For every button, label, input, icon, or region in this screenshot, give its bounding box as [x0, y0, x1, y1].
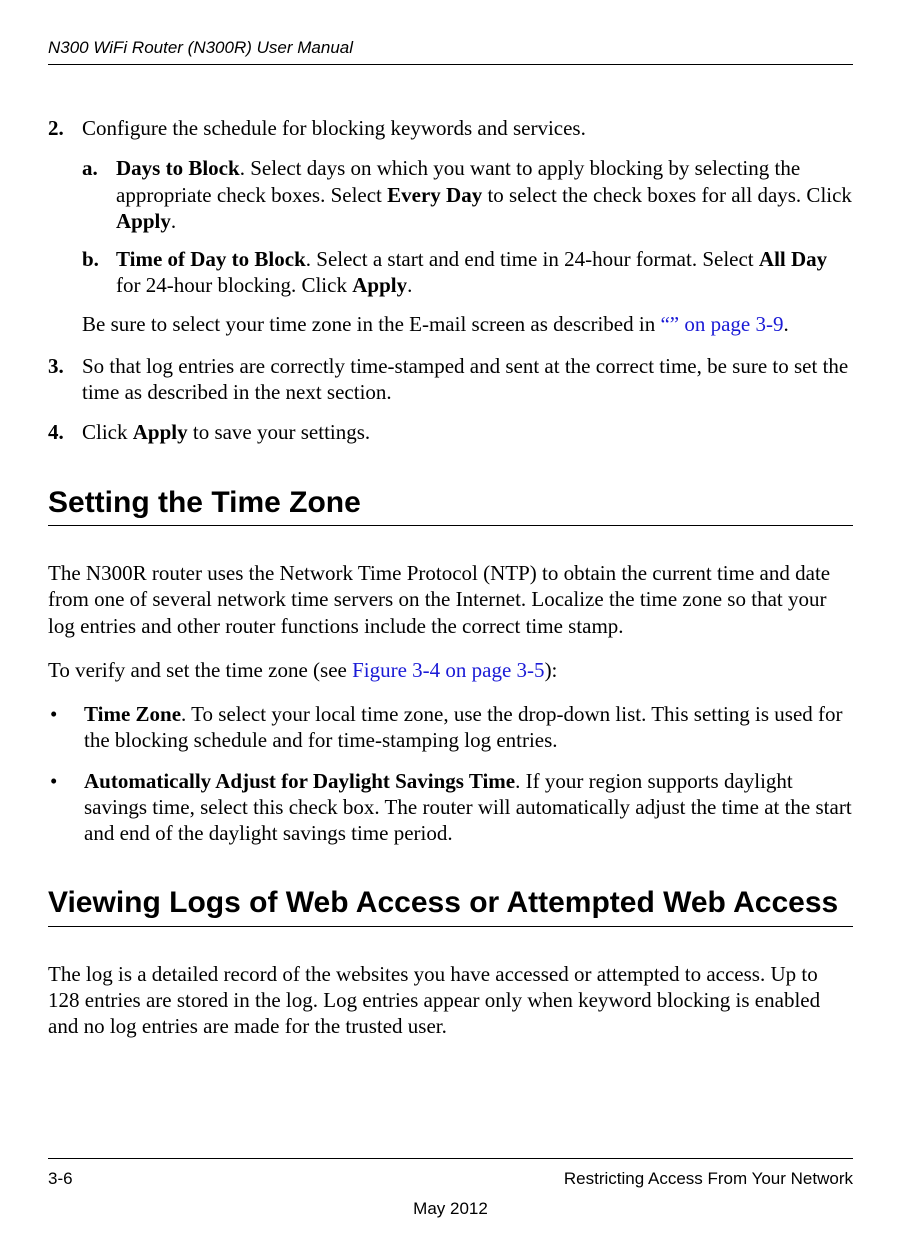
chapter-title: Restricting Access From Your Network: [564, 1169, 853, 1189]
text-fragment: .: [171, 209, 176, 233]
step-2a: a. Days to Block. Select days on which y…: [82, 155, 853, 234]
substep-letter: b.: [82, 246, 116, 299]
text-fragment: To verify and set the time zone (see: [48, 658, 352, 682]
step-3: 3. So that log entries are correctly tim…: [48, 353, 853, 406]
tz-paragraph-2: To verify and set the time zone (see Fig…: [48, 657, 853, 683]
apply-label: Apply: [133, 420, 188, 444]
cross-ref-link[interactable]: “” on page 3-9: [660, 312, 783, 336]
text-fragment: to save your settings.: [188, 420, 371, 444]
bullet-text: Time Zone. To select your local time zon…: [84, 701, 853, 754]
step-2: 2. Configure the schedule for blocking k…: [48, 115, 853, 141]
step-text: So that log entries are correctly time-s…: [82, 353, 853, 406]
heading-logs: Viewing Logs of Web Access or Attempted …: [48, 884, 853, 922]
page-number: 3-6: [48, 1169, 73, 1189]
days-to-block-label: Days to Block: [116, 156, 240, 180]
heading-rule: [48, 525, 853, 526]
text-fragment: . To select your local time zone, use th…: [84, 702, 843, 752]
substep-text: Days to Block. Select days on which you …: [116, 155, 853, 234]
text-fragment: for 24-hour blocking. Click: [116, 273, 352, 297]
body-content: 2. Configure the schedule for blocking k…: [48, 115, 853, 1040]
dst-label: Automatically Adjust for Daylight Saving…: [84, 769, 515, 793]
page-footer: 3-6 Restricting Access From Your Network…: [48, 1158, 853, 1219]
step-number: 4.: [48, 419, 82, 445]
header-rule: [48, 64, 853, 65]
text-fragment: to select the check boxes for all days. …: [482, 183, 852, 207]
bullet-text: Automatically Adjust for Daylight Saving…: [84, 768, 853, 847]
heading-time-zone: Setting the Time Zone: [48, 484, 853, 522]
substep-letter: a.: [82, 155, 116, 234]
logs-paragraph: The log is a detailed record of the webs…: [48, 961, 853, 1040]
time-zone-label: Time Zone: [84, 702, 181, 726]
all-day-label: All Day: [759, 247, 827, 271]
text-fragment: . Select a start and end time in 24-hour…: [306, 247, 759, 271]
bullet-dst: • Automatically Adjust for Daylight Savi…: [48, 768, 853, 847]
step-number: 2.: [48, 115, 82, 141]
apply-label: Apply: [352, 273, 407, 297]
running-header: N300 WiFi Router (N300R) User Manual: [48, 38, 853, 58]
footer-rule: [48, 1158, 853, 1159]
text-fragment: .: [407, 273, 412, 297]
every-day-label: Every Day: [387, 183, 482, 207]
step-4: 4. Click Apply to save your settings.: [48, 419, 853, 445]
bullet-marker: •: [48, 768, 84, 847]
substep-text: Time of Day to Block. Select a start and…: [116, 246, 853, 299]
text-fragment: Be sure to select your time zone in the …: [82, 312, 660, 336]
text-fragment: Click: [82, 420, 133, 444]
footer-date: May 2012: [48, 1199, 853, 1219]
step-2b: b. Time of Day to Block. Select a start …: [82, 246, 853, 299]
footer-row: 3-6 Restricting Access From Your Network: [48, 1169, 853, 1189]
step-text: Configure the schedule for blocking keyw…: [82, 115, 853, 141]
bullet-time-zone: • Time Zone. To select your local time z…: [48, 701, 853, 754]
step-text: Click Apply to save your settings.: [82, 419, 853, 445]
heading-rule: [48, 926, 853, 927]
tz-paragraph-1: The N300R router uses the Network Time P…: [48, 560, 853, 639]
text-fragment: ):: [545, 658, 558, 682]
apply-label: Apply: [116, 209, 171, 233]
figure-ref-link[interactable]: Figure 3-4 on page 3-5: [352, 658, 544, 682]
time-of-day-label: Time of Day to Block: [116, 247, 306, 271]
step-number: 3.: [48, 353, 82, 406]
bullet-marker: •: [48, 701, 84, 754]
page: N300 WiFi Router (N300R) User Manual 2. …: [0, 0, 901, 1247]
text-fragment: .: [784, 312, 789, 336]
step-2-note: Be sure to select your time zone in the …: [82, 311, 853, 337]
